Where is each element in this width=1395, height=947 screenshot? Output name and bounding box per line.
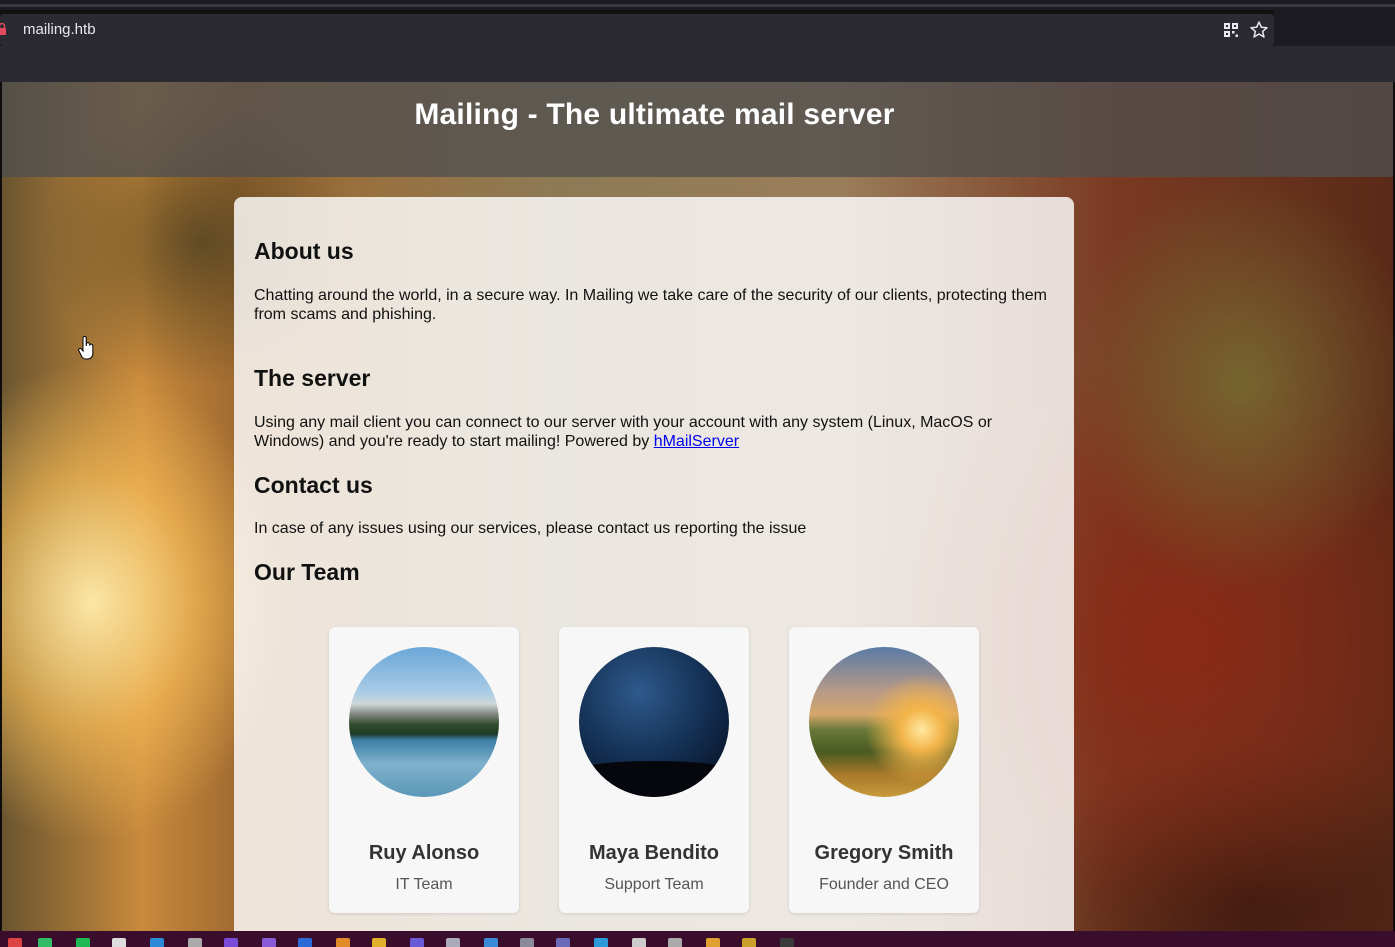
app-icon[interactable] (262, 938, 276, 947)
member-name: Ruy Alonso (368, 842, 480, 864)
app-icon[interactable] (446, 938, 460, 947)
app-icon[interactable] (410, 938, 424, 947)
app-icon[interactable] (188, 938, 202, 947)
server-text: Using any mail client you can connect to… (254, 413, 1059, 451)
app-icon[interactable] (150, 938, 164, 947)
server-heading: The server (254, 365, 371, 391)
taskbar (0, 931, 1395, 947)
content-card: About us Chatting around the world, in a… (234, 197, 1074, 931)
member-role: Founder and CEO (819, 876, 949, 893)
hand-cursor-icon (78, 336, 94, 360)
address-bar[interactable]: mailing.htb (0, 14, 1274, 46)
contact-heading: Contact us (254, 472, 373, 498)
folder-icon[interactable] (706, 938, 720, 947)
team-member-card: Gregory Smith Founder and CEO (789, 627, 979, 913)
qr-code-icon[interactable] (1224, 23, 1238, 37)
pycharm-icon[interactable] (76, 938, 90, 947)
app-icon[interactable] (484, 938, 498, 947)
page-viewport: Mailing - The ultimate mail server About… (2, 82, 1393, 931)
site-header: Mailing - The ultimate mail server (2, 82, 1393, 177)
team-member-card: Maya Bendito Support Team (559, 627, 749, 913)
member-role: IT Team (395, 876, 453, 893)
app-icon[interactable] (336, 938, 350, 947)
member-role: Support Team (604, 876, 704, 893)
browser-toolbar-strip (0, 46, 1395, 82)
about-text: Chatting around the world, in a secure w… (254, 287, 1047, 323)
member-photo-sunset-valley (809, 647, 959, 797)
member-name: Maya Bendito (588, 842, 720, 864)
bookmark-star-icon[interactable] (1249, 20, 1269, 40)
hmailserver-link[interactable]: hMailServer (654, 433, 739, 450)
about-heading: About us (254, 238, 354, 264)
vscode-icon[interactable] (112, 938, 126, 947)
page-title: Mailing - The ultimate mail server (414, 98, 895, 131)
contact-text: In case of any issues using our services… (254, 520, 807, 537)
member-photo-night-sky (579, 647, 729, 797)
spotify-icon[interactable] (38, 938, 52, 947)
chrome-icon[interactable] (8, 938, 22, 947)
app-icon[interactable] (594, 938, 608, 947)
url-text[interactable]: mailing.htb (23, 21, 96, 38)
app-icon[interactable] (372, 938, 386, 947)
team-heading: Our Team (254, 559, 360, 585)
member-photo-mountain-lake (349, 647, 499, 797)
member-name: Gregory Smith (814, 842, 954, 864)
server-text-body: Using any mail client you can connect to… (254, 414, 993, 450)
window-top-strip (0, 0, 1395, 10)
team-member-card: Ruy Alonso IT Team (329, 627, 519, 913)
app-icon[interactable] (556, 938, 570, 947)
visual-studio-icon[interactable] (224, 938, 238, 947)
app-icon[interactable] (780, 938, 794, 947)
lock-icon[interactable] (0, 23, 6, 35)
app-icon[interactable] (520, 938, 534, 947)
app-icon[interactable] (632, 938, 646, 947)
app-icon[interactable] (298, 938, 312, 947)
app-icon[interactable] (668, 938, 682, 947)
app-icon[interactable] (742, 938, 756, 947)
